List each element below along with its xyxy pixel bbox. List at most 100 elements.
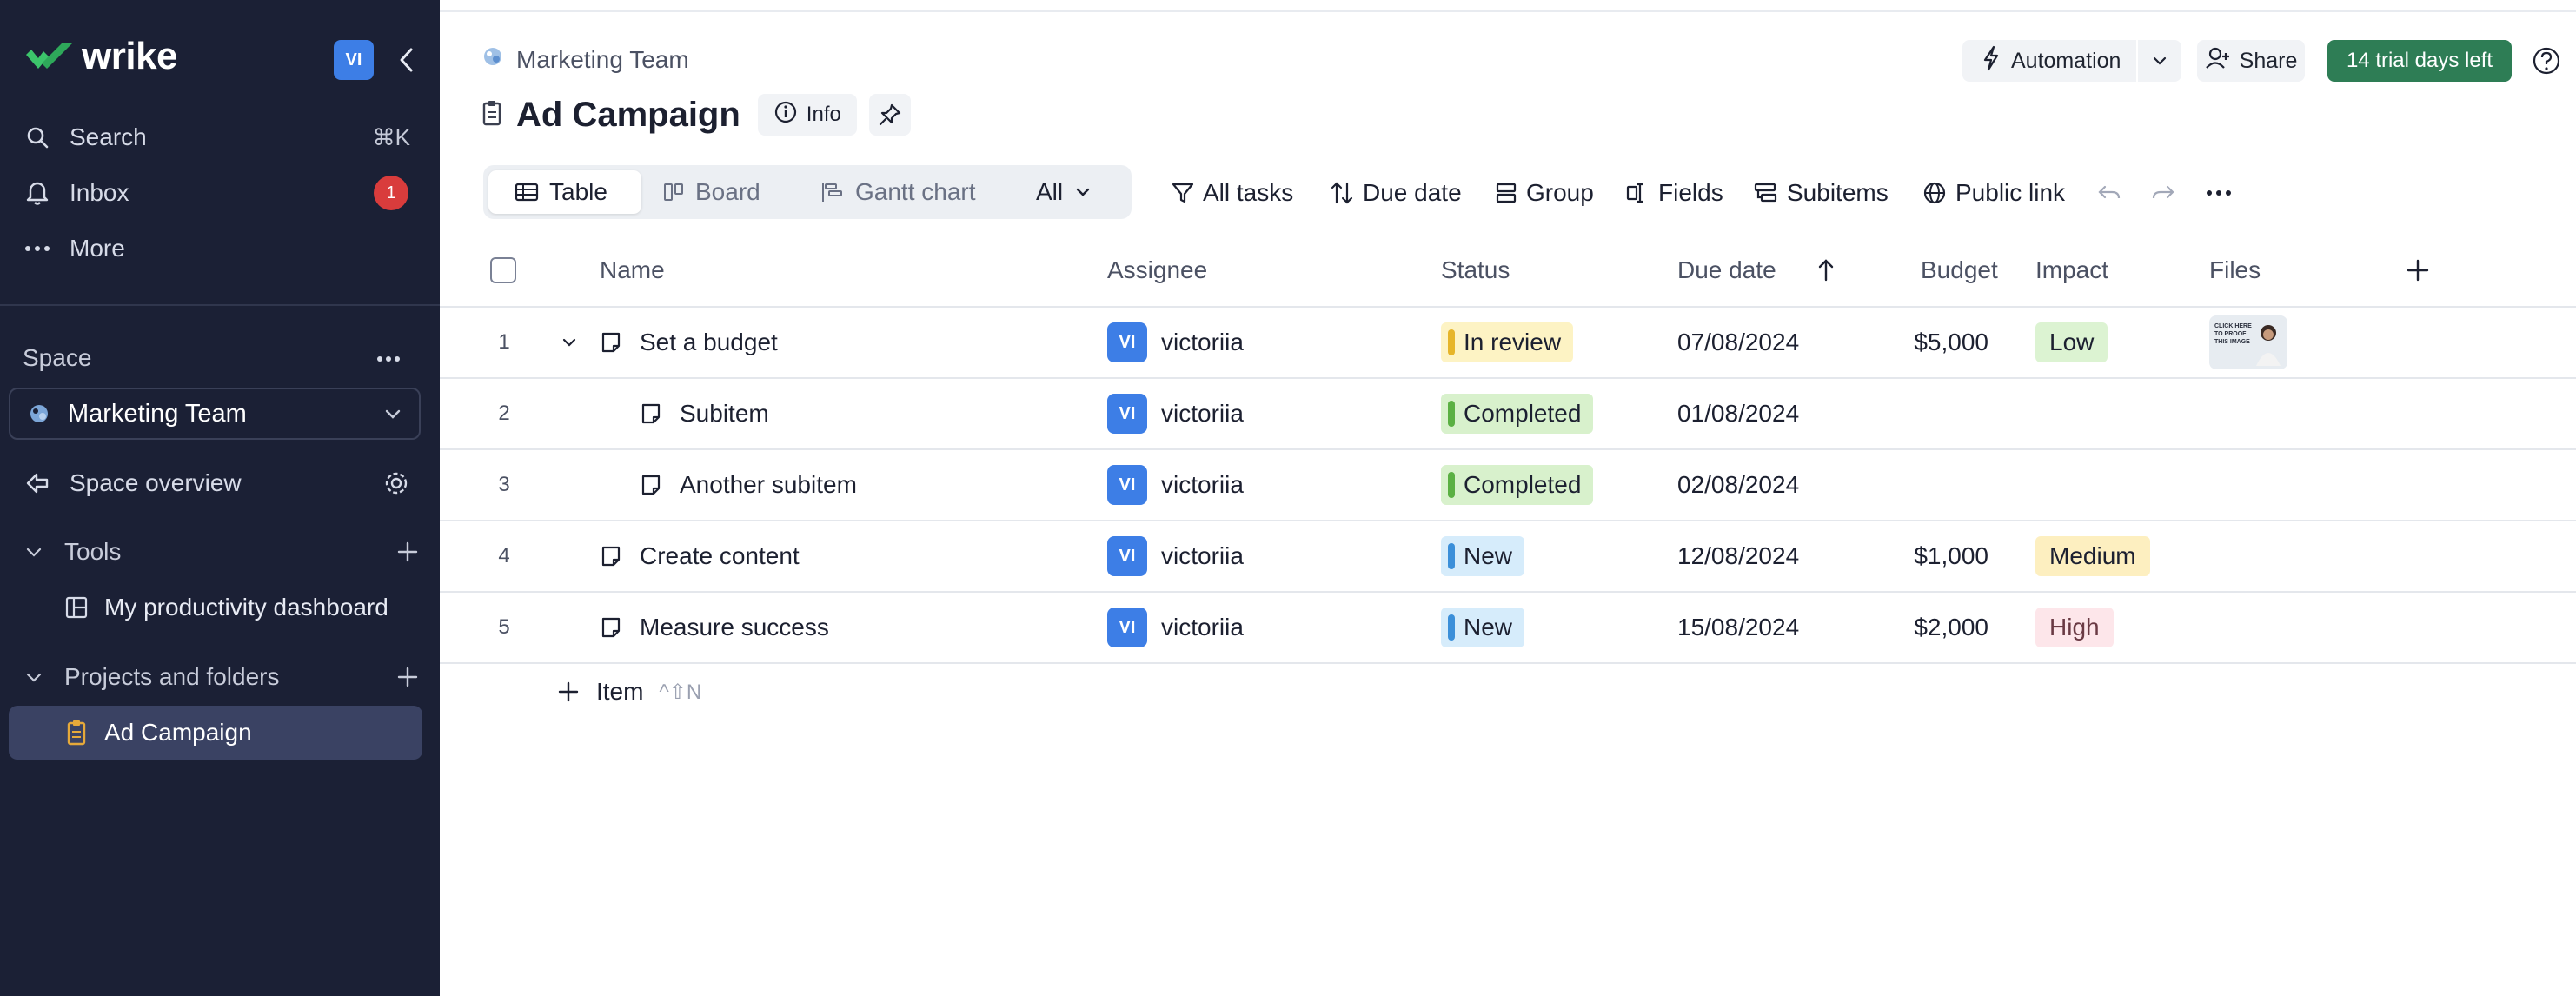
space-selector-label: Marketing Team — [68, 399, 247, 428]
table-row[interactable]: 3 Another subitem VI victoriia Completed… — [440, 450, 2576, 521]
due-date-cell[interactable]: 01/08/2024 — [1677, 379, 1799, 448]
chevron-down-icon — [1076, 188, 1090, 196]
task-name-cell[interactable]: Another subitem — [640, 450, 857, 520]
share-button[interactable]: Share — [2197, 40, 2305, 82]
chevron-down-icon — [562, 338, 576, 347]
add-tool-icon[interactable] — [396, 541, 419, 563]
space-overview-item[interactable]: Space overview — [23, 461, 422, 506]
gear-icon[interactable] — [382, 469, 410, 497]
assignee-cell[interactable]: VI victoriia — [1107, 521, 1244, 591]
sidebar-item-ad-campaign[interactable]: Ad Campaign — [9, 706, 422, 760]
due-date-cell[interactable]: 15/08/2024 — [1677, 593, 1799, 662]
task-name-cell[interactable]: Create content — [600, 521, 800, 591]
due-date-cell[interactable]: 12/08/2024 — [1677, 521, 1799, 591]
wrike-logo[interactable]: wrike — [23, 35, 178, 78]
impact-cell[interactable]: Medium — [2035, 521, 2150, 591]
sidebar-search[interactable]: Search ⌘K — [23, 115, 422, 160]
info-button[interactable]: Info — [757, 94, 857, 136]
breadcrumb[interactable]: Marketing Team — [481, 45, 689, 74]
help-button[interactable] — [2529, 40, 2564, 82]
tab-table[interactable]: Table — [488, 170, 641, 214]
add-column-button[interactable] — [2406, 235, 2430, 306]
top-border — [440, 0, 2576, 12]
table-row[interactable]: 5 Measure success VI victoriia New 15/08… — [440, 593, 2576, 664]
filter-icon — [1172, 181, 1194, 205]
all-tasks-label: All tasks — [1203, 179, 1294, 206]
budget-cell[interactable]: $5,000 — [1874, 308, 1988, 377]
files-cell[interactable]: CLICK HERE TO PROOF THIS IMAGE — [2209, 308, 2287, 377]
projects-section-header[interactable]: Projects and folders — [23, 655, 431, 699]
pin-button[interactable] — [868, 94, 911, 136]
fields-button[interactable]: Fields — [1625, 171, 1723, 215]
table-row[interactable]: 1 Set a budget VI victoriia In review 07… — [440, 308, 2576, 379]
person-image-icon — [2256, 325, 2281, 366]
budget-cell[interactable]: $1,000 — [1874, 521, 1988, 591]
sort-due-date-button[interactable]: Due date — [1330, 171, 1462, 215]
info-icon — [773, 100, 798, 130]
task-name-cell[interactable]: Measure success — [600, 593, 829, 662]
chevron-down-icon — [23, 667, 45, 687]
column-files[interactable]: Files — [2209, 235, 2261, 306]
status-cell[interactable]: Completed — [1441, 379, 1594, 448]
table-icon — [515, 182, 539, 203]
board-icon — [662, 181, 685, 203]
due-date-cell[interactable]: 02/08/2024 — [1677, 450, 1799, 520]
sort-ascending-icon[interactable] — [1816, 235, 1836, 306]
automation-button[interactable]: Automation — [1962, 40, 2136, 82]
select-all-checkbox[interactable] — [490, 257, 516, 283]
tab-gantt-chart[interactable]: Gantt chart — [820, 170, 1003, 214]
space-selector[interactable]: Marketing Team — [9, 388, 421, 440]
table-row[interactable]: 2 Subitem VI victoriia Completed 01/08/2… — [440, 379, 2576, 450]
task-icon — [601, 332, 621, 353]
file-thumbnail[interactable]: CLICK HERE TO PROOF THIS IMAGE — [2209, 315, 2287, 369]
all-tasks-filter[interactable]: All tasks — [1172, 171, 1293, 215]
sidebar-inbox-label: Inbox — [70, 179, 129, 206]
tools-section-header[interactable]: Tools — [23, 530, 431, 574]
group-button[interactable]: Group — [1495, 171, 1594, 215]
sidebar-search-label: Search — [70, 123, 147, 150]
column-budget[interactable]: Budget — [1921, 235, 1998, 306]
undo-button[interactable] — [2096, 171, 2122, 215]
sidebar-more[interactable]: More — [23, 226, 422, 271]
impact-cell[interactable]: High — [2035, 593, 2114, 662]
column-assignee[interactable]: Assignee — [1107, 235, 1207, 306]
space-more-button[interactable] — [375, 346, 410, 372]
expand-toggle[interactable] — [560, 308, 579, 377]
column-name[interactable]: Name — [600, 235, 665, 306]
assignee-cell[interactable]: VI victoriia — [1107, 308, 1244, 377]
status-cell[interactable]: New — [1441, 593, 1525, 662]
workspace-avatar[interactable]: VI — [334, 40, 374, 80]
tab-board[interactable]: Board — [662, 170, 801, 214]
collapse-sidebar-button[interactable] — [389, 40, 424, 80]
due-date-cell[interactable]: 07/08/2024 — [1677, 308, 1799, 377]
assignee-cell[interactable]: VI victoriia — [1107, 450, 1244, 520]
subitems-label: Subitems — [1787, 179, 1889, 206]
column-status[interactable]: Status — [1441, 235, 1510, 306]
all-views-dropdown[interactable]: All — [1036, 170, 1114, 214]
subitems-button[interactable]: Subitems — [1754, 171, 1889, 215]
sidebar-inbox[interactable]: Inbox 1 — [23, 170, 422, 216]
status-cell[interactable]: New — [1441, 521, 1525, 591]
title-row: Ad Campaign Info — [481, 94, 911, 136]
task-name-cell[interactable]: Set a budget — [600, 308, 778, 377]
add-project-icon[interactable] — [396, 666, 419, 688]
info-label: Info — [806, 103, 841, 126]
avatar: VI — [1107, 465, 1147, 505]
add-item-button[interactable]: Item ^⇧N — [558, 678, 701, 706]
status-cell[interactable]: Completed — [1441, 450, 1594, 520]
table-row[interactable]: 4 Create content VI victoriia New 12/08/… — [440, 521, 2576, 593]
sidebar-item-productivity-dashboard[interactable]: My productivity dashboard — [9, 581, 422, 634]
column-impact[interactable]: Impact — [2035, 235, 2108, 306]
automation-dropdown[interactable] — [2138, 40, 2181, 82]
assignee-cell[interactable]: VI victoriia — [1107, 379, 1244, 448]
public-link-button[interactable]: Public link — [1922, 171, 2065, 215]
budget-cell[interactable]: $2,000 — [1874, 593, 1988, 662]
column-due-date[interactable]: Due date — [1677, 235, 1776, 306]
task-name-cell[interactable]: Subitem — [640, 379, 769, 448]
status-cell[interactable]: In review — [1441, 308, 1574, 377]
more-options-button[interactable] — [2206, 171, 2232, 215]
trial-days-button[interactable]: 14 trial days left — [2327, 40, 2512, 82]
redo-button[interactable] — [2150, 171, 2176, 215]
impact-cell[interactable]: Low — [2035, 308, 2108, 377]
assignee-cell[interactable]: VI victoriia — [1107, 593, 1244, 662]
